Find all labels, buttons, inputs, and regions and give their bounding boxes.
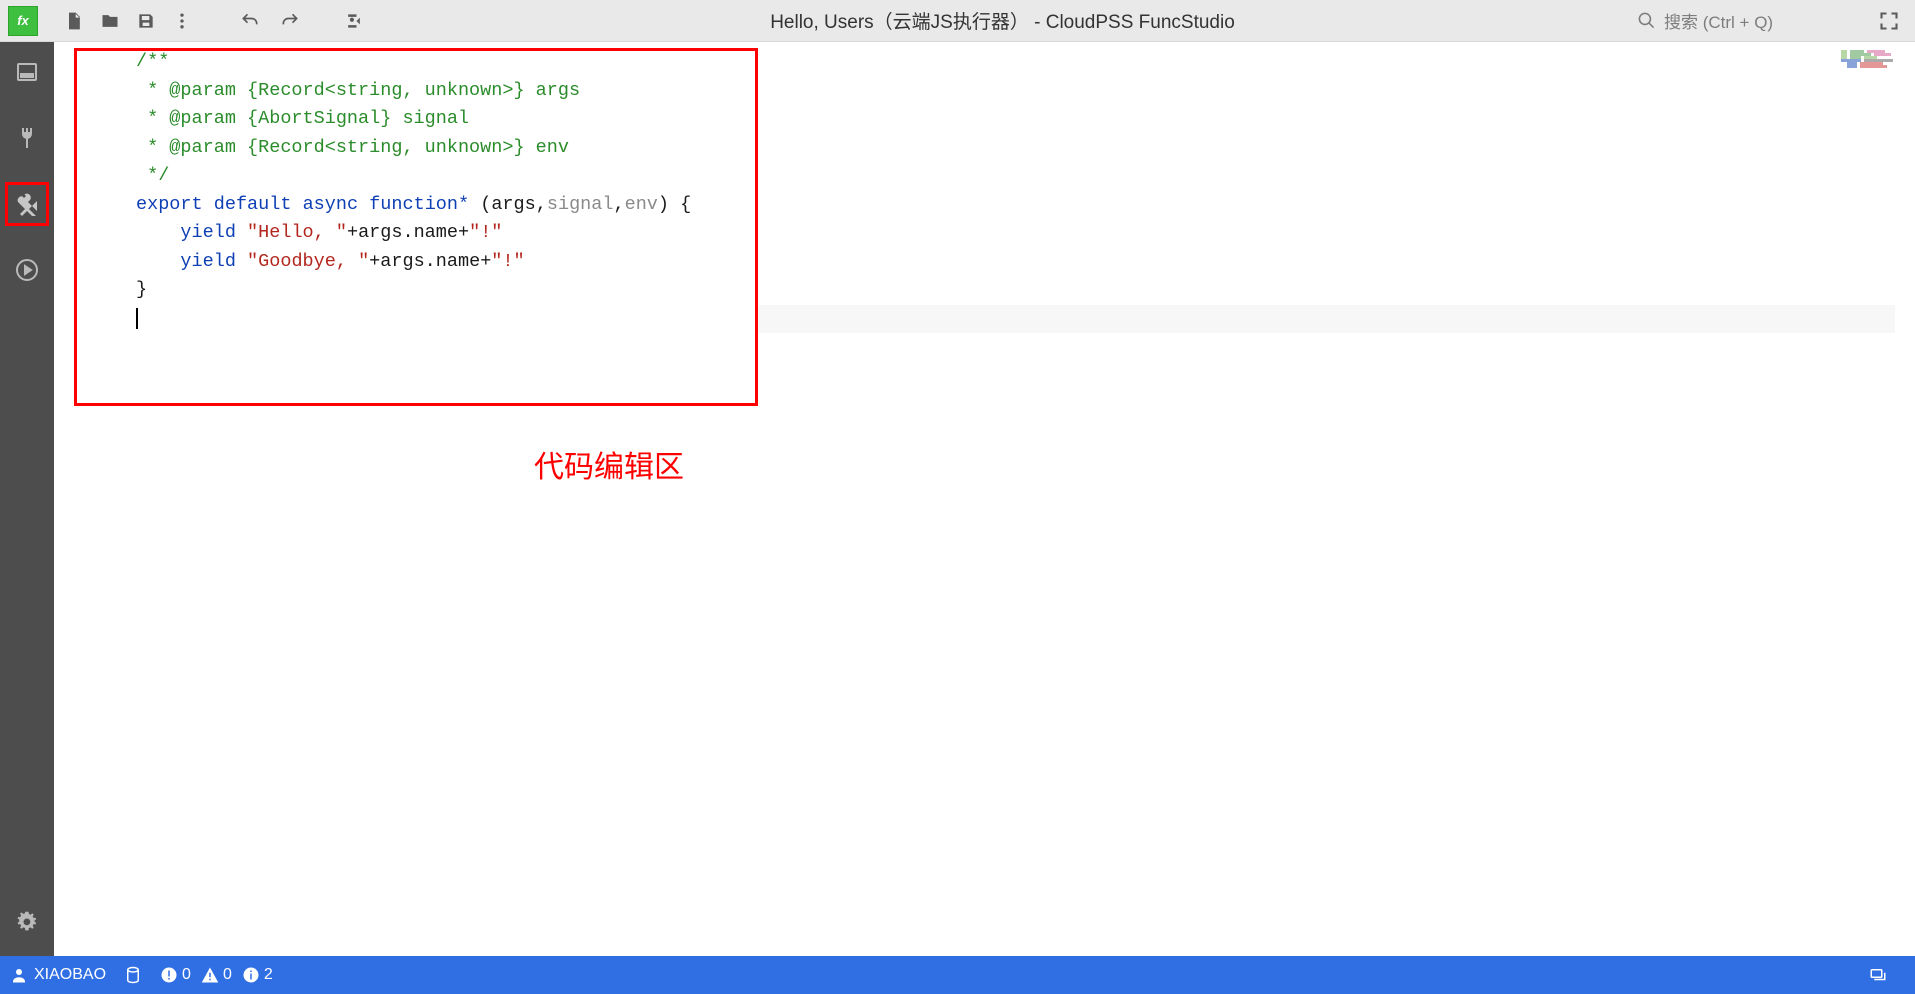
- code-line[interactable]: export default async function* (args,sig…: [136, 191, 1895, 220]
- open-folder-button[interactable]: [92, 3, 128, 39]
- status-problems[interactable]: 0 0 2: [160, 966, 273, 984]
- save-icon: [136, 11, 156, 31]
- build-settings-button[interactable]: [336, 3, 372, 39]
- search-icon: [1637, 11, 1656, 30]
- code-line[interactable]: }: [136, 276, 1895, 305]
- plug-icon: [15, 126, 39, 150]
- gear-build-icon: [344, 11, 364, 31]
- panel-icon: [15, 60, 39, 84]
- code-line[interactable]: [136, 305, 1895, 334]
- text-cursor: [136, 308, 138, 329]
- search-box[interactable]: 搜索 (Ctrl + Q): [1633, 6, 1853, 35]
- code-line[interactable]: yield "Goodbye, "+args.name+"!": [136, 248, 1895, 277]
- topbar: fx Hello, Users（云端JS执行器） - CloudPSS Func…: [0, 0, 1915, 42]
- code-line[interactable]: yield "Hello, "+args.name+"!": [136, 219, 1895, 248]
- feedback-icon: [1869, 966, 1887, 984]
- status-errors-count: 0: [182, 966, 191, 984]
- new-file-icon: [64, 11, 84, 31]
- annotation-label: 代码编辑区: [534, 442, 684, 486]
- code-line[interactable]: */: [136, 162, 1895, 191]
- storage-icon: [124, 966, 142, 984]
- status-user[interactable]: XIAOBAO: [10, 966, 106, 984]
- sidebar-panel[interactable]: [5, 50, 49, 94]
- undo-icon: [240, 11, 260, 31]
- code-line[interactable]: * @param {Record<string, unknown>} env: [136, 134, 1895, 163]
- gear-icon: [15, 910, 39, 934]
- new-file-button[interactable]: [56, 3, 92, 39]
- warning-icon: [201, 966, 219, 984]
- undo-button[interactable]: [232, 3, 268, 39]
- redo-icon: [280, 11, 300, 31]
- user-icon: [10, 966, 28, 984]
- open-folder-icon: [100, 11, 120, 31]
- status-feedback[interactable]: [1869, 966, 1887, 984]
- app-title: Hello, Users（云端JS执行器） - CloudPSS FuncStu…: [372, 7, 1633, 34]
- save-button[interactable]: [128, 3, 164, 39]
- code-content[interactable]: /** * @param {Record<string, unknown>} a…: [136, 48, 1895, 333]
- code-line[interactable]: * @param {Record<string, unknown>} args: [136, 77, 1895, 106]
- sidebar-settings[interactable]: [5, 900, 49, 944]
- sidebar-tools[interactable]: [5, 182, 49, 226]
- editor-area: 12345678910 /** * @param {Record<string,…: [54, 42, 1915, 956]
- info-icon: [242, 966, 260, 984]
- status-storage[interactable]: [124, 966, 142, 984]
- fullscreen-button[interactable]: [1871, 3, 1907, 39]
- fullscreen-icon: [1879, 11, 1899, 31]
- statusbar: XIAOBAO 0 0 2: [0, 956, 1915, 994]
- play-circle-icon: [15, 258, 39, 282]
- code-line[interactable]: * @param {AbortSignal} signal: [136, 105, 1895, 134]
- status-warnings-count: 0: [223, 966, 232, 984]
- code-line[interactable]: /**: [136, 48, 1895, 77]
- sidebar-plugin[interactable]: [5, 116, 49, 160]
- app-logo-text: fx: [17, 13, 29, 28]
- redo-button[interactable]: [272, 3, 308, 39]
- status-username: XIAOBAO: [34, 966, 106, 984]
- left-sidebar: [0, 42, 54, 956]
- error-icon: [160, 966, 178, 984]
- more-vert-icon: [172, 11, 192, 31]
- search-placeholder: 搜索 (Ctrl + Q): [1664, 8, 1773, 33]
- sidebar-run[interactable]: [5, 248, 49, 292]
- tools-icon: [15, 192, 39, 216]
- app-logo: fx: [8, 6, 38, 36]
- status-info-count: 2: [264, 966, 273, 984]
- more-menu-button[interactable]: [164, 3, 200, 39]
